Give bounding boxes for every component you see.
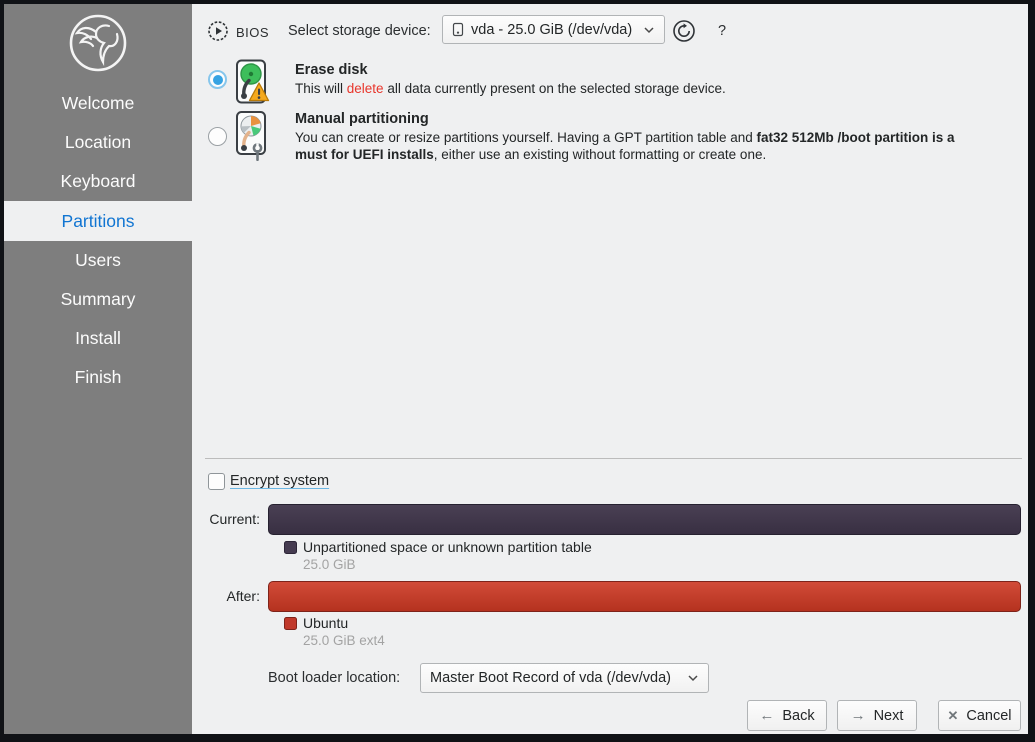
back-button-label: Back bbox=[782, 708, 814, 724]
hard-drive-icon bbox=[452, 22, 464, 37]
encrypt-system-checkbox[interactable] bbox=[208, 473, 225, 490]
after-partition-bar bbox=[268, 581, 1021, 612]
sidebar-item-users[interactable]: Users bbox=[4, 241, 192, 280]
help-indicator: ? bbox=[718, 23, 726, 39]
chevron-down-icon bbox=[687, 674, 699, 682]
close-icon: ✕ bbox=[947, 709, 958, 722]
erase-disk-title: Erase disk bbox=[295, 62, 975, 78]
manual-partitioning-description: You can create or resize partitions your… bbox=[295, 129, 967, 163]
back-button[interactable]: ← Back bbox=[747, 700, 827, 731]
erase-disk-option[interactable]: Erase disk This will delete all data cur… bbox=[295, 62, 975, 97]
current-label: Current: bbox=[192, 511, 260, 527]
cancel-button[interactable]: ✕ Cancel bbox=[938, 700, 1021, 731]
left-arrow-icon: ← bbox=[759, 708, 774, 723]
sidebar-item-location[interactable]: Location bbox=[4, 123, 192, 162]
after-legend-row: Ubuntu bbox=[284, 615, 348, 631]
bios-mode-label: BIOS bbox=[236, 25, 269, 40]
storage-device-value: vda - 25.0 GiB (/dev/vda) bbox=[471, 22, 632, 38]
boot-loader-value: Master Boot Record of vda (/dev/vda) bbox=[430, 670, 671, 686]
next-button[interactable]: → Next bbox=[837, 700, 917, 731]
sidebar-item-keyboard[interactable]: Keyboard bbox=[4, 162, 192, 201]
sidebar: Welcome Location Keyboard Partitions Use… bbox=[4, 4, 192, 734]
after-partition-size: 25.0 GiB ext4 bbox=[303, 633, 385, 648]
erase-disk-description: This will delete all data currently pres… bbox=[295, 80, 975, 97]
erase-disk-radio[interactable] bbox=[208, 70, 227, 89]
sidebar-item-partitions[interactable]: Partitions bbox=[4, 201, 192, 241]
current-partition-bar bbox=[268, 504, 1021, 535]
after-legend-label: Ubuntu bbox=[303, 615, 348, 631]
bios-mode-icon bbox=[206, 19, 230, 48]
after-label: After: bbox=[192, 588, 260, 604]
cancel-button-label: Cancel bbox=[966, 708, 1011, 724]
manual-partitioning-option[interactable]: Manual partitioning You can create or re… bbox=[295, 111, 967, 163]
after-legend-swatch bbox=[284, 617, 297, 630]
manual-partitioning-icon bbox=[232, 110, 270, 169]
wrench-icon bbox=[254, 143, 261, 161]
encrypt-system-label[interactable]: Encrypt system bbox=[230, 473, 329, 489]
section-divider bbox=[205, 458, 1022, 459]
distro-logo bbox=[4, 4, 192, 73]
current-legend-swatch bbox=[284, 541, 297, 554]
installer-steps-nav: Welcome Location Keyboard Partitions Use… bbox=[4, 84, 192, 397]
boot-loader-select[interactable]: Master Boot Record of vda (/dev/vda) bbox=[420, 663, 709, 693]
right-arrow-icon: → bbox=[851, 708, 866, 723]
boot-loader-label: Boot loader location: bbox=[268, 670, 400, 686]
refresh-devices-button[interactable] bbox=[671, 18, 697, 49]
refresh-icon bbox=[671, 18, 697, 44]
sidebar-item-install[interactable]: Install bbox=[4, 319, 192, 358]
sidebar-item-summary[interactable]: Summary bbox=[4, 280, 192, 319]
installer-window: Welcome Location Keyboard Partitions Use… bbox=[4, 4, 1028, 734]
manual-partitioning-title: Manual partitioning bbox=[295, 111, 967, 127]
current-legend-label: Unpartitioned space or unknown partition… bbox=[303, 539, 592, 555]
delete-warning-word: delete bbox=[347, 81, 384, 96]
hummingbird-logo-icon bbox=[68, 13, 128, 73]
sidebar-item-welcome[interactable]: Welcome bbox=[4, 84, 192, 123]
current-partition-size: 25.0 GiB bbox=[303, 557, 356, 572]
partitions-page: BIOS Select storage device: vda - 25.0 G… bbox=[192, 4, 1028, 734]
next-button-label: Next bbox=[874, 708, 904, 724]
sidebar-item-finish[interactable]: Finish bbox=[4, 358, 192, 397]
current-legend-row: Unpartitioned space or unknown partition… bbox=[284, 539, 592, 555]
storage-device-label: Select storage device: bbox=[288, 23, 431, 39]
storage-device-select[interactable]: vda - 25.0 GiB (/dev/vda) bbox=[442, 15, 665, 44]
chevron-down-icon bbox=[643, 26, 655, 34]
erase-disk-icon bbox=[232, 59, 270, 114]
manual-partitioning-radio[interactable] bbox=[208, 127, 227, 146]
